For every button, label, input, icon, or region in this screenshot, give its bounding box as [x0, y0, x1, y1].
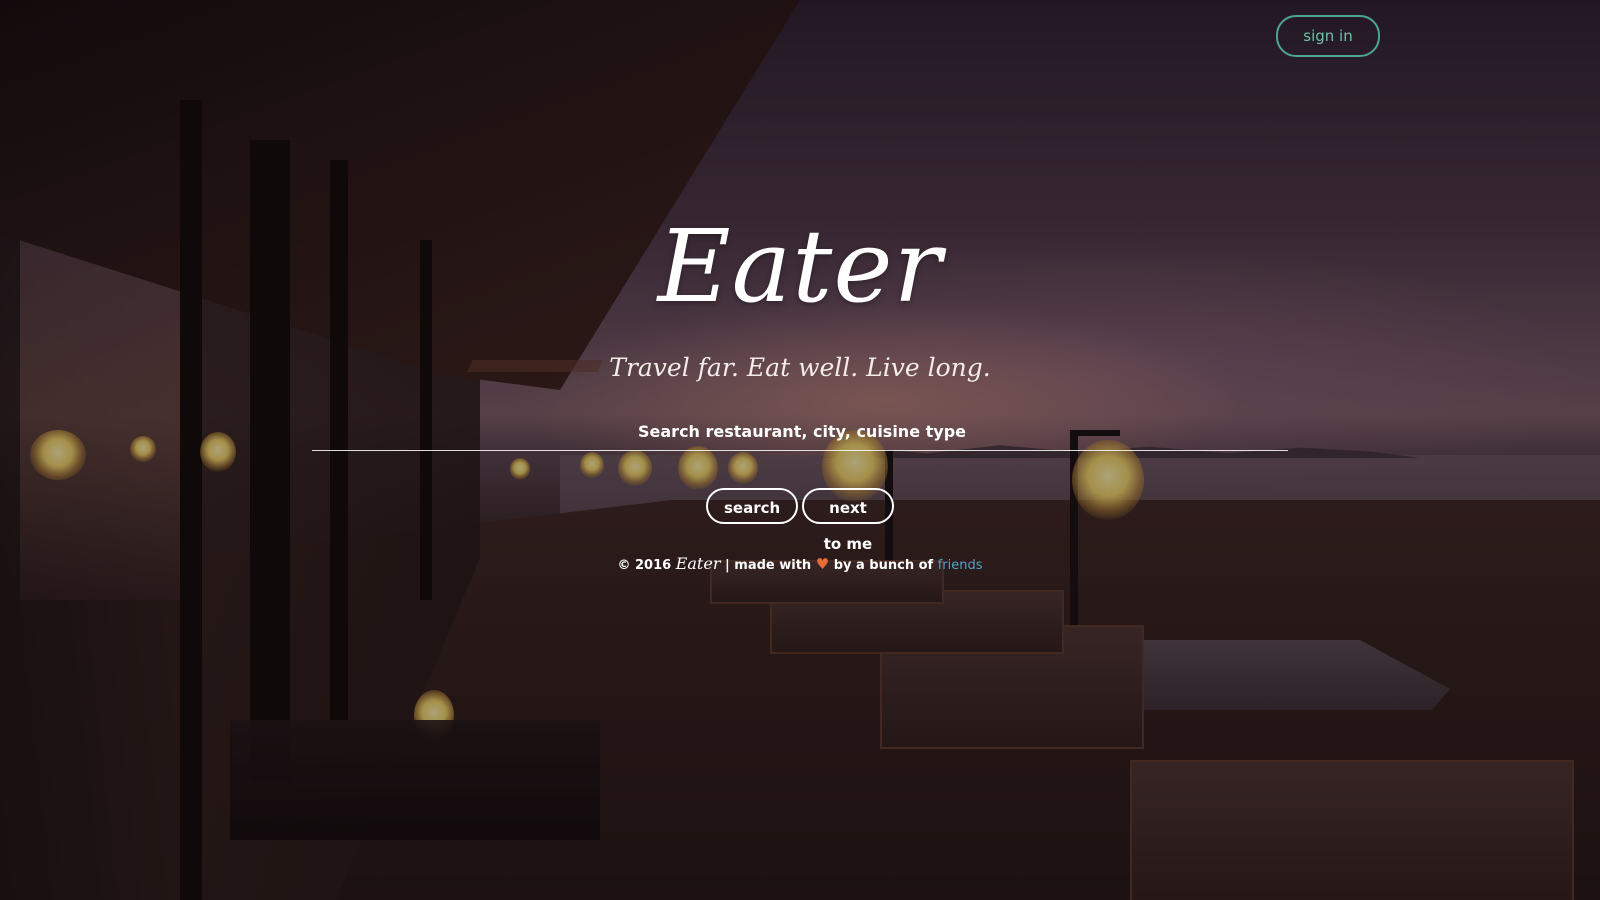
- footer: © 2016 Eater | made with ♥ by a bunch of…: [0, 554, 1600, 573]
- landing-page: sign in Eater Travel far. Eat well. Live…: [0, 0, 1600, 900]
- footer-brand: Eater: [675, 554, 721, 573]
- search-input[interactable]: [312, 412, 1292, 450]
- search-button[interactable]: search: [706, 488, 798, 524]
- made-with-text: | made with: [725, 558, 812, 573]
- logo: Eater: [657, 208, 943, 325]
- search-field: [312, 412, 1292, 451]
- next-to-me-button[interactable]: next to me: [802, 488, 894, 553]
- heart-icon: ♥: [815, 555, 830, 573]
- by-text: by a bunch of: [833, 558, 934, 573]
- tagline: Travel far. Eat well. Live long.: [609, 353, 991, 382]
- action-buttons: search next to me: [0, 488, 1600, 553]
- friends-link[interactable]: friends: [938, 558, 983, 573]
- sign-in-button[interactable]: sign in: [1276, 15, 1380, 57]
- copyright-text: © 2016: [617, 558, 672, 573]
